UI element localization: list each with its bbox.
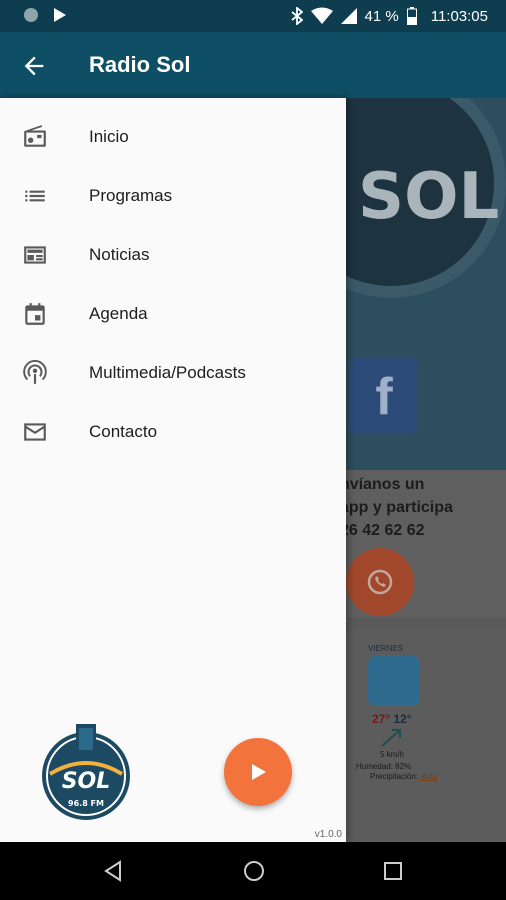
weather-wind: 5 km/h [380,750,405,759]
drawer-item-label: Contacto [89,422,158,441]
wind-arrow-icon [381,729,401,747]
contact-line-2: app y participa [346,499,453,516]
precip-label: Precipitación: [370,772,419,781]
notification-dot-icon [24,8,38,22]
weather-humidity: Humedad: 82% [356,762,412,771]
nav-home-icon[interactable] [243,860,265,882]
radio-sol-logo: SOL 96.8 FM [42,724,130,820]
drawer-item-label: Inicio [89,127,129,146]
hero-banner: SOL f [346,98,506,470]
play-icon [54,8,66,22]
drawer-item-label: Noticias [89,245,150,264]
facebook-icon: f [350,358,418,434]
whatsapp-icon [367,569,393,595]
bluetooth-icon [290,7,303,25]
wifi-icon [310,7,333,24]
calendar-icon [25,303,45,325]
app-bar: Radio Sol [0,32,506,98]
drawer-item-programas[interactable]: Programas [0,167,346,226]
svg-text:96.8 FM: 96.8 FM [68,799,104,808]
app-title: Radio Sol [89,52,191,77]
weather-temps: 27° 12° [372,712,412,726]
weather-widget: VIERNES 27° 12° 5 km/h Humedad: 82% Prec… [346,628,506,842]
drawer-item-contacto[interactable]: Contacto [0,403,346,462]
station-logo-large: SOL [346,98,506,298]
precip-value: alida [420,772,438,781]
radio-icon [24,125,46,147]
battery-icon [406,7,417,25]
list-icon [25,190,45,202]
sun-icon [368,656,420,706]
background-content[interactable]: SOL f nvíanos un app y participa 26 42 6… [346,98,506,842]
drawer-item-label: Programas [89,186,173,205]
drawer-item-agenda[interactable]: Agenda [0,285,346,344]
nav-recents-icon[interactable] [383,861,403,881]
drawer-item-multimedia[interactable]: Multimedia/Podcasts [0,344,346,403]
temp-low: 12° [393,712,412,726]
whatsapp-button [346,548,414,616]
contact-line-3: 26 42 62 62 [346,522,425,539]
signal-icon [340,8,357,24]
drawer-item-label: Agenda [89,304,148,323]
newspaper-icon [24,246,46,264]
temp-high: 27° [372,712,391,726]
drawer-item-label: Multimedia/Podcasts [89,363,246,382]
arrow-back-icon[interactable] [20,52,48,80]
weather-precipitation: Precipitación: alida [370,772,437,781]
svg-text:SOL: SOL [62,769,111,794]
podcast-icon [23,360,47,384]
play-button[interactable] [224,738,292,806]
navigation-drawer: Inicio Programas Noticias Agenda Multime… [0,98,346,842]
system-nav-bar [0,842,506,900]
nav-back-icon[interactable] [102,860,124,882]
weather-day: VIERNES [368,644,404,653]
battery-percent: 41 % [364,7,399,25]
mail-icon [24,423,46,441]
contact-line-1: nvíanos un [346,476,425,493]
status-bar: 41 % 11:03:05 [0,0,506,32]
clock: 11:03:05 [430,7,488,25]
drawer-item-noticias[interactable]: Noticias [0,226,346,285]
app-version: v1.0.0 [314,829,342,840]
drawer-item-inicio[interactable]: Inicio [0,108,346,167]
play-icon [252,764,266,780]
